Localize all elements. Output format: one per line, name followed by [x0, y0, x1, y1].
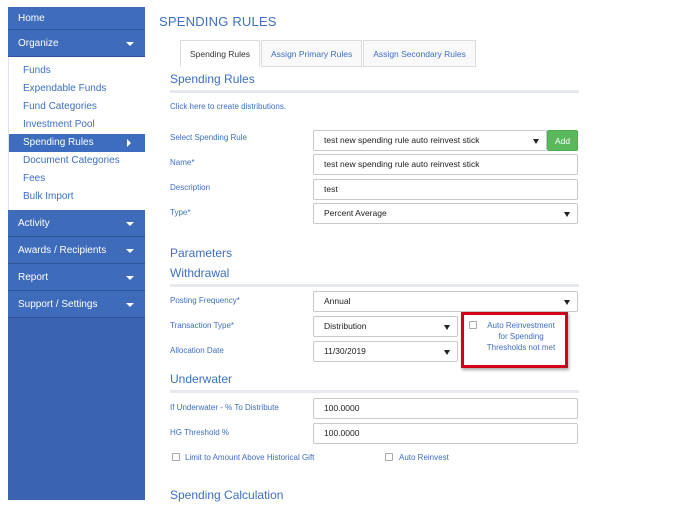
- nav-report-label: Report: [18, 272, 49, 283]
- sidebar-item-expendable-funds[interactable]: Expendable Funds: [9, 80, 145, 98]
- sidebar-item-fund-categories[interactable]: Fund Categories: [9, 98, 145, 116]
- type-dropdown[interactable]: Percent Average: [313, 203, 578, 224]
- chevron-right-icon: [127, 139, 131, 147]
- dropdown-arrow-icon: [533, 139, 539, 144]
- select-spending-rule-value: test new spending rule auto reinvest sti…: [324, 135, 480, 145]
- chevron-down-icon: [126, 303, 134, 307]
- tab-assign-primary-rules[interactable]: Assign Primary Rules: [261, 40, 363, 67]
- nav-report[interactable]: Report: [8, 264, 145, 291]
- main-content: SPENDING RULES Spending Rules Assign Pri…: [145, 0, 688, 507]
- sidebar-item-investment-pool[interactable]: Investment Pool: [9, 116, 145, 134]
- parameters-heading: Parameters: [170, 246, 233, 260]
- limit-historical-gift-label: Limit to Amount Above Historical Gift: [185, 453, 315, 462]
- hg-threshold-label: HG Threshold %: [170, 428, 229, 437]
- tab-spending-rules[interactable]: Spending Rules: [180, 40, 261, 67]
- transaction-type-value: Distribution: [324, 321, 367, 331]
- underwater-pct-label: If Underwater - % To Distribute: [170, 403, 279, 412]
- create-distributions-link[interactable]: Click here to create distributions.: [170, 102, 286, 111]
- hg-threshold-field[interactable]: 100.0000: [313, 423, 578, 444]
- add-button[interactable]: Add: [547, 130, 578, 151]
- sidebar-item-spending-rules-label: Spending Rules: [23, 137, 94, 148]
- allocation-date-dropdown[interactable]: 11/30/2019: [313, 341, 458, 362]
- nav-activity-label: Activity: [18, 218, 50, 229]
- underwater-heading: Underwater: [170, 372, 233, 386]
- select-spending-rule-label: Select Spending Rule: [170, 133, 247, 142]
- posting-frequency-label: Posting Frequency*: [170, 296, 240, 305]
- sidebar-item-document-categories[interactable]: Document Categories: [9, 152, 145, 170]
- organize-submenu: Funds Expendable Funds Fund Categories I…: [8, 57, 145, 210]
- dropdown-arrow-icon: [444, 350, 450, 355]
- nav-support-label: Support / Settings: [18, 299, 98, 310]
- page-title: SPENDING RULES: [159, 14, 277, 29]
- nav-organize[interactable]: Organize: [8, 30, 145, 57]
- section-divider: [170, 284, 579, 287]
- section-divider: [170, 390, 579, 393]
- sidebar-item-bulk-import[interactable]: Bulk Import: [9, 188, 145, 206]
- nav-awards-label: Awards / Recipients: [18, 245, 107, 256]
- dropdown-arrow-icon: [444, 325, 450, 330]
- dropdown-arrow-icon: [564, 212, 570, 217]
- chevron-down-icon: [126, 42, 134, 46]
- nav-support-settings[interactable]: Support / Settings: [8, 291, 145, 318]
- spending-rules-heading: Spending Rules: [170, 72, 255, 86]
- underwater-pct-field[interactable]: 100.0000: [313, 398, 578, 419]
- name-field[interactable]: test new spending rule auto reinvest sti…: [313, 154, 578, 175]
- dropdown-arrow-icon: [564, 300, 570, 305]
- select-spending-rule-dropdown[interactable]: test new spending rule auto reinvest sti…: [313, 130, 547, 151]
- posting-frequency-value: Annual: [324, 296, 351, 306]
- posting-frequency-dropdown[interactable]: Annual: [313, 291, 578, 312]
- sidebar: Home Organize Funds Expendable Funds Fun…: [8, 7, 145, 500]
- type-label: Type*: [170, 208, 191, 217]
- nav-home[interactable]: Home: [8, 7, 145, 30]
- nav-activity[interactable]: Activity: [8, 210, 145, 237]
- chevron-down-icon: [126, 222, 134, 226]
- nav-awards-recipients[interactable]: Awards / Recipients: [8, 237, 145, 264]
- transaction-type-dropdown[interactable]: Distribution: [313, 316, 458, 337]
- tab-assign-secondary-rules[interactable]: Assign Secondary Rules: [363, 40, 476, 67]
- auto-reinvestment-label: Auto Reinvestment for Spending Threshold…: [486, 321, 556, 352]
- tab-bar: Spending Rules Assign Primary Rules Assi…: [180, 40, 477, 67]
- spending-calculation-heading: Spending Calculation: [170, 488, 284, 502]
- auto-reinvest-checkbox[interactable]: [385, 453, 393, 461]
- sidebar-item-funds[interactable]: Funds: [9, 62, 145, 80]
- section-divider: [170, 90, 579, 93]
- type-value: Percent Average: [324, 208, 387, 218]
- allocation-date-value: 11/30/2019: [324, 346, 366, 356]
- limit-historical-gift-checkbox[interactable]: [172, 453, 180, 461]
- description-label: Description: [170, 183, 211, 192]
- auto-reinvest-label: Auto Reinvest: [399, 453, 449, 462]
- nav-organize-label: Organize: [18, 38, 59, 49]
- sidebar-item-spending-rules[interactable]: Spending Rules: [9, 134, 145, 152]
- withdrawal-heading: Withdrawal: [170, 266, 230, 280]
- chevron-down-icon: [126, 276, 134, 280]
- allocation-date-label: Allocation Date: [170, 346, 224, 355]
- chevron-down-icon: [126, 249, 134, 253]
- name-label: Name*: [170, 158, 195, 167]
- auto-reinvestment-checkbox[interactable]: [469, 321, 477, 329]
- transaction-type-label: Transaction Type*: [170, 321, 235, 330]
- description-field[interactable]: test: [313, 179, 578, 200]
- sidebar-item-fees[interactable]: Fees: [9, 170, 145, 188]
